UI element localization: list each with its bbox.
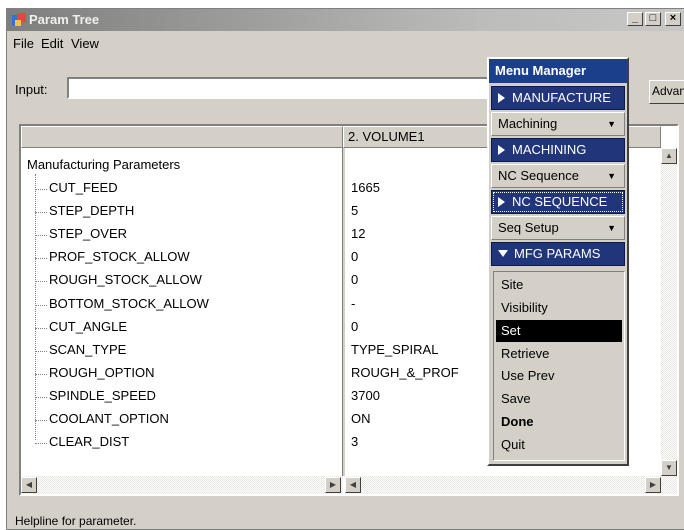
param-value[interactable]: 0 xyxy=(351,319,358,334)
param-value[interactable]: ROUGH_&_PROF xyxy=(351,365,459,380)
param-name[interactable]: STEP_DEPTH xyxy=(49,203,134,218)
tree-connector xyxy=(35,258,47,260)
param-name[interactable]: ROUGH_OPTION xyxy=(49,365,154,380)
param-value[interactable]: 12 xyxy=(351,226,365,241)
tree-connector xyxy=(35,212,47,214)
menu-item-use-prev[interactable]: Use Prev xyxy=(496,365,622,387)
menu-header-label: MFG PARAMS xyxy=(514,246,601,261)
advanced-button-label: Advanced xyxy=(652,84,684,98)
dropdown-label: Machining xyxy=(498,116,558,131)
param-value[interactable]: 3700 xyxy=(351,388,380,403)
tree-connector xyxy=(35,350,47,352)
menu-item-set[interactable]: Set xyxy=(496,320,622,342)
tree-connector xyxy=(35,304,47,306)
menu-item-retrieve[interactable]: Retrieve xyxy=(496,343,622,365)
param-value[interactable]: TYPE_SPIRAL xyxy=(351,342,438,357)
scroll-left-arrow-icon[interactable]: ◀ xyxy=(21,477,37,493)
dropdown-arrow-icon: ▼ xyxy=(607,171,616,181)
tree-connector xyxy=(35,420,47,421)
expand-arrow-icon xyxy=(498,93,505,103)
scroll-up-arrow-icon[interactable]: ▲ xyxy=(661,148,677,164)
param-value[interactable]: - xyxy=(351,296,355,311)
param-name[interactable]: ROUGH_STOCK_ALLOW xyxy=(49,272,202,287)
menu-item-save[interactable]: Save xyxy=(496,388,622,410)
param-name[interactable]: SCAN_TYPE xyxy=(49,342,126,357)
expand-arrow-icon xyxy=(498,197,505,207)
menu-header-label: NC SEQUENCE xyxy=(512,194,608,209)
app-icon xyxy=(12,13,26,26)
menu-bar: File Edit View xyxy=(7,33,684,53)
vertical-scrollbar[interactable]: ▲ ▼ xyxy=(661,148,677,480)
param-value[interactable]: 0 xyxy=(351,272,358,287)
tree-connector xyxy=(35,327,47,329)
param-name[interactable]: CLEAR_DIST xyxy=(49,434,129,449)
menu-manager-title[interactable]: Menu Manager xyxy=(489,59,627,83)
tree-connector xyxy=(35,235,47,237)
helpline-text: Helpline for parameter. xyxy=(15,514,137,528)
tree-connector xyxy=(35,373,47,375)
menu-view[interactable]: View xyxy=(71,36,99,51)
param-name[interactable]: BOTTOM_STOCK_ALLOW xyxy=(49,296,209,311)
minimize-button[interactable]: _ xyxy=(627,12,643,26)
advanced-button[interactable]: Advanced xyxy=(649,80,684,104)
menu-dropdown-nc-sequence[interactable]: NC Sequence ▼ xyxy=(491,164,625,188)
tree-root-label[interactable]: Manufacturing Parameters xyxy=(27,157,180,172)
param-value[interactable]: 3 xyxy=(351,434,358,449)
menu-item-quit[interactable]: Quit xyxy=(496,434,622,456)
horizontal-scrollbar-right[interactable]: ◀ ▶ xyxy=(345,476,677,494)
menu-header-manufacture[interactable]: MANUFACTURE xyxy=(491,86,625,110)
param-value[interactable]: ON xyxy=(351,411,371,426)
tree-connector xyxy=(35,189,47,190)
param-name[interactable]: PROF_STOCK_ALLOW xyxy=(49,249,190,264)
menu-header-label: MANUFACTURE xyxy=(512,90,611,105)
dropdown-label: Seq Setup xyxy=(498,220,559,235)
param-name[interactable]: COOLANT_OPTION xyxy=(49,411,169,426)
param-name[interactable]: SPINDLE_SPEED xyxy=(49,388,156,403)
tree-connector xyxy=(35,443,47,445)
param-value[interactable]: 5 xyxy=(351,203,358,218)
scroll-right-arrow-icon[interactable]: ▶ xyxy=(645,477,661,493)
dropdown-arrow-icon: ▼ xyxy=(607,223,616,233)
window-title: Param Tree xyxy=(29,12,100,27)
column-header-name[interactable] xyxy=(21,126,343,148)
param-value[interactable]: 0 xyxy=(351,249,358,264)
mfg-params-menu-list: Site Visibility Set Retrieve Use Prev Save Don… xyxy=(493,271,625,461)
dropdown-arrow-icon: ▼ xyxy=(607,119,616,129)
menu-item-site[interactable]: Site xyxy=(496,274,622,296)
scroll-right-arrow-icon[interactable]: ▶ xyxy=(325,477,341,493)
param-name[interactable]: STEP_OVER xyxy=(49,226,127,241)
menu-header-nc-sequence[interactable]: NC SEQUENCE xyxy=(491,190,625,214)
input-field[interactable] xyxy=(67,77,507,99)
input-label: Input: xyxy=(15,82,48,97)
horizontal-scrollbar-left[interactable]: ◀ ▶ xyxy=(21,476,343,494)
param-name[interactable]: CUT_FEED xyxy=(49,180,118,195)
close-button[interactable]: × xyxy=(665,12,681,26)
menu-item-visibility[interactable]: Visibility xyxy=(496,297,622,319)
menu-file[interactable]: File xyxy=(13,36,34,51)
param-value[interactable]: 1665 xyxy=(351,180,380,195)
menu-item-done[interactable]: Done xyxy=(496,411,622,433)
menu-dropdown-seq-setup[interactable]: Seq Setup ▼ xyxy=(491,216,625,240)
tree-connector xyxy=(35,281,47,283)
menu-dropdown-machining[interactable]: Machining ▼ xyxy=(491,112,625,136)
menu-header-mfg-params[interactable]: MFG PARAMS xyxy=(491,242,625,266)
expand-arrow-icon xyxy=(498,145,505,155)
tree-connector xyxy=(35,396,47,398)
column-divider[interactable] xyxy=(342,148,345,476)
menu-edit[interactable]: Edit xyxy=(41,36,63,51)
maximize-button[interactable]: □ xyxy=(645,12,661,26)
menu-header-label: MACHINING xyxy=(512,142,587,157)
tree-connector xyxy=(35,174,36,440)
menu-header-machining[interactable]: MACHINING xyxy=(491,138,625,162)
dropdown-label: NC Sequence xyxy=(498,168,579,183)
menu-manager: Menu Manager MANUFACTURE Machining ▼ MACH… xyxy=(487,57,629,466)
collapse-arrow-icon xyxy=(498,250,508,257)
param-name[interactable]: CUT_ANGLE xyxy=(49,319,127,334)
title-bar[interactable]: Param Tree _ □ × xyxy=(7,9,684,31)
scroll-left-arrow-icon[interactable]: ◀ xyxy=(345,477,361,493)
scroll-down-arrow-icon[interactable]: ▼ xyxy=(661,460,677,476)
